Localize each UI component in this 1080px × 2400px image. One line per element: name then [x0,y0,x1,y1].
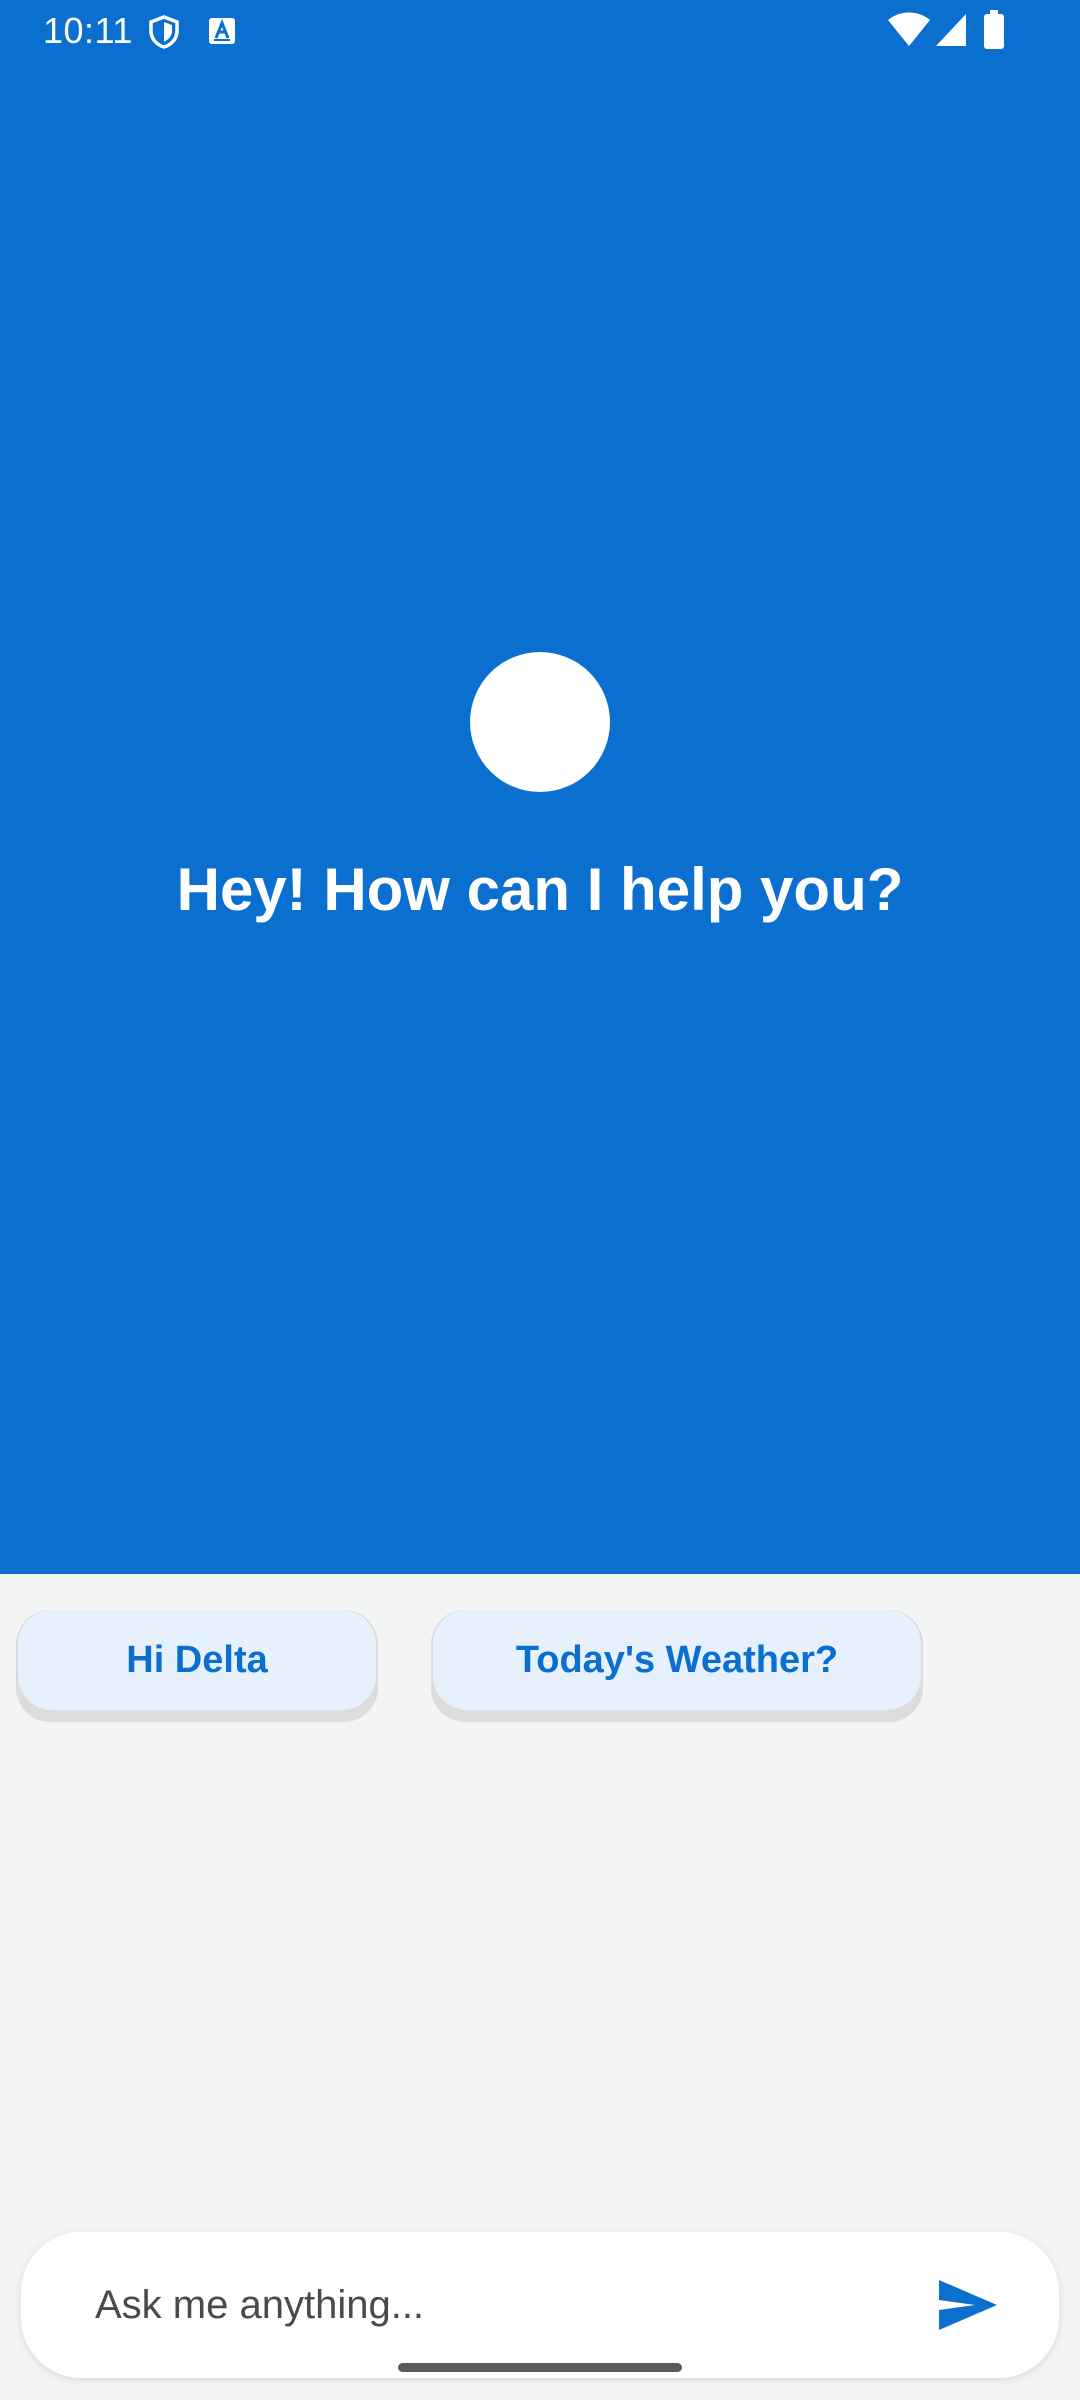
greeting-heading: Hey! How can I help you? [176,856,904,923]
shield-icon [149,15,179,49]
status-time: 10:11 [43,10,133,51]
status-bar: 10:11 [0,0,1080,62]
signal-icon [936,14,966,46]
assistant-avatar [470,652,610,792]
ask-input[interactable] [95,2230,875,2380]
wifi-icon [888,12,930,46]
suggestion-chip-weather[interactable]: Today's Weather? [433,1610,921,1710]
suggestion-chip-hi-delta[interactable]: Hi Delta [18,1610,376,1710]
battery-icon [984,10,1004,49]
home-indicator[interactable] [398,2363,682,2372]
send-icon[interactable] [925,2270,1005,2340]
font-a-icon [209,18,235,44]
